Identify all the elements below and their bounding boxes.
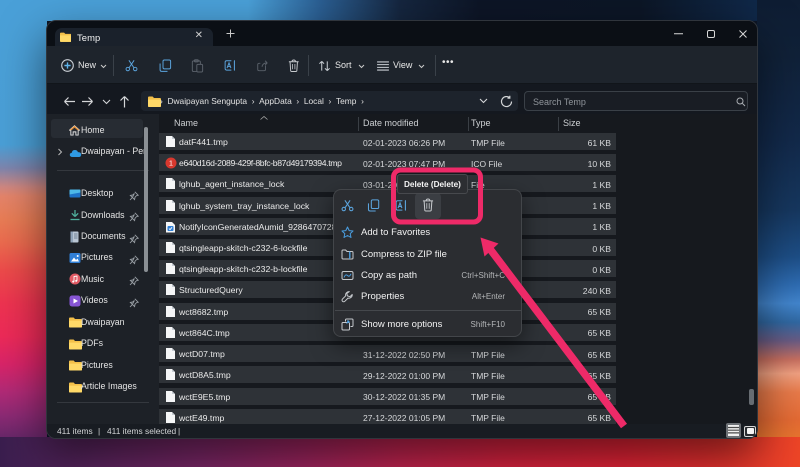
svg-text:1: 1 (169, 159, 173, 168)
